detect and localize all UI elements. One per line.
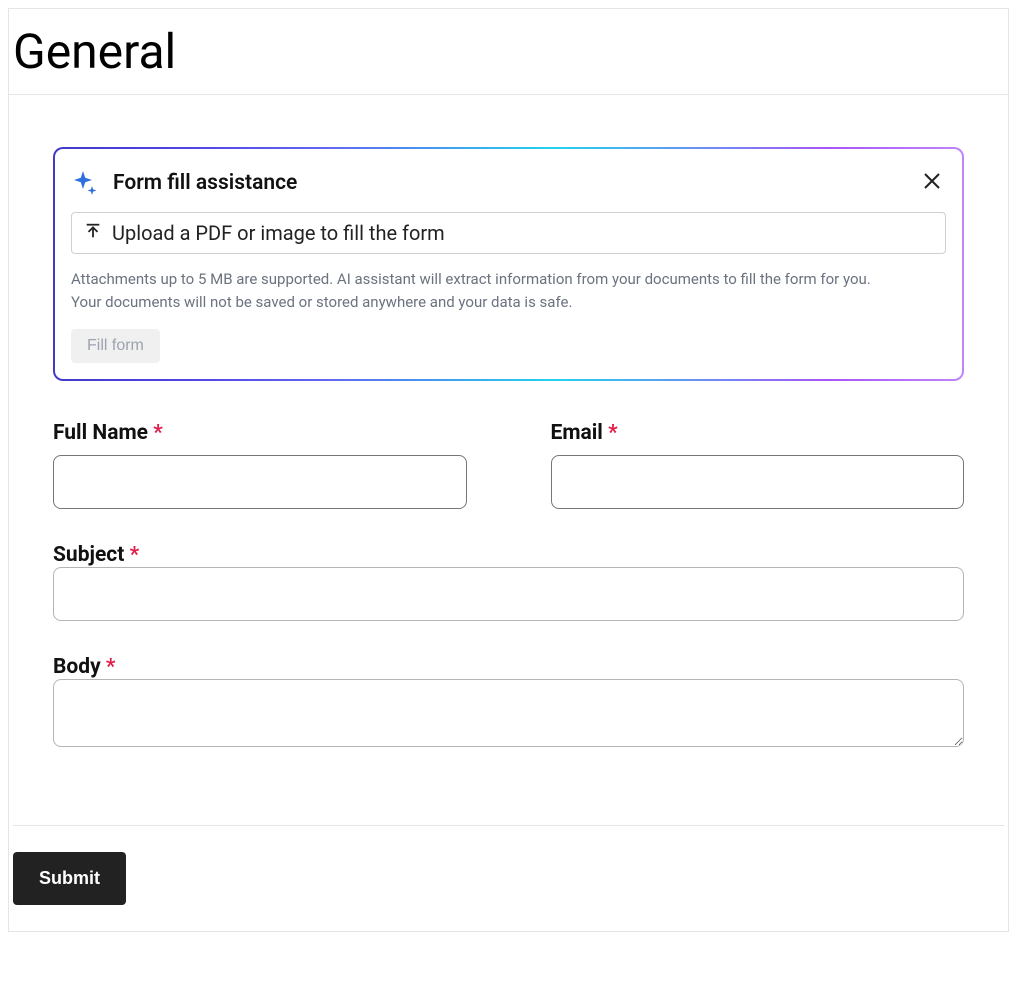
form-row-name-email: Full Name * Email * (53, 421, 964, 509)
assistance-header-left: Form fill assistance (71, 169, 297, 197)
assistance-header: Form fill assistance (71, 167, 946, 198)
required-indicator: * (130, 543, 140, 567)
full-name-label: Full Name * (53, 421, 467, 445)
upload-icon (84, 221, 102, 245)
field-group-full-name: Full Name * (53, 421, 467, 509)
body-textarea[interactable] (53, 679, 964, 747)
upload-prompt-text: Upload a PDF or image to fill the form (112, 221, 445, 245)
form-footer: Submit (13, 825, 1004, 931)
fill-form-button[interactable]: Fill form (71, 329, 160, 363)
assistance-help-line1: Attachments up to 5 MB are supported. AI… (71, 268, 946, 291)
email-label-text: Email (551, 421, 603, 445)
full-name-input[interactable] (53, 455, 467, 509)
close-assistance-button[interactable] (918, 167, 946, 198)
email-label: Email * (551, 421, 965, 445)
subject-label: Subject * (53, 543, 139, 567)
sparkle-icon (71, 169, 99, 197)
full-name-label-text: Full Name (53, 421, 148, 445)
assistance-help-text: Attachments up to 5 MB are supported. AI… (71, 268, 946, 315)
field-group-email: Email * (551, 421, 965, 509)
required-indicator: * (608, 421, 618, 445)
body-label-text: Body (53, 655, 101, 679)
subject-input[interactable] (53, 567, 964, 621)
subject-label-text: Subject (53, 543, 124, 567)
submit-button[interactable]: Submit (13, 852, 126, 905)
content-area: Form fill assistance (9, 95, 1008, 825)
email-input[interactable] (551, 455, 965, 509)
field-group-subject: Subject * (53, 543, 964, 621)
form-fill-assistance-panel: Form fill assistance (53, 147, 964, 381)
assistance-help-line2: Your documents will not be saved or stor… (71, 291, 946, 314)
field-group-body: Body * (53, 655, 964, 751)
body-label: Body * (53, 655, 115, 679)
form-page: General Form fill assistance (8, 8, 1009, 932)
upload-file-box[interactable]: Upload a PDF or image to fill the form (71, 212, 946, 254)
title-section: General (9, 9, 1008, 95)
assistance-title: Form fill assistance (113, 171, 297, 195)
page-title: General (13, 9, 1004, 94)
required-indicator: * (153, 421, 163, 445)
required-indicator: * (106, 655, 116, 679)
close-icon (922, 171, 942, 194)
